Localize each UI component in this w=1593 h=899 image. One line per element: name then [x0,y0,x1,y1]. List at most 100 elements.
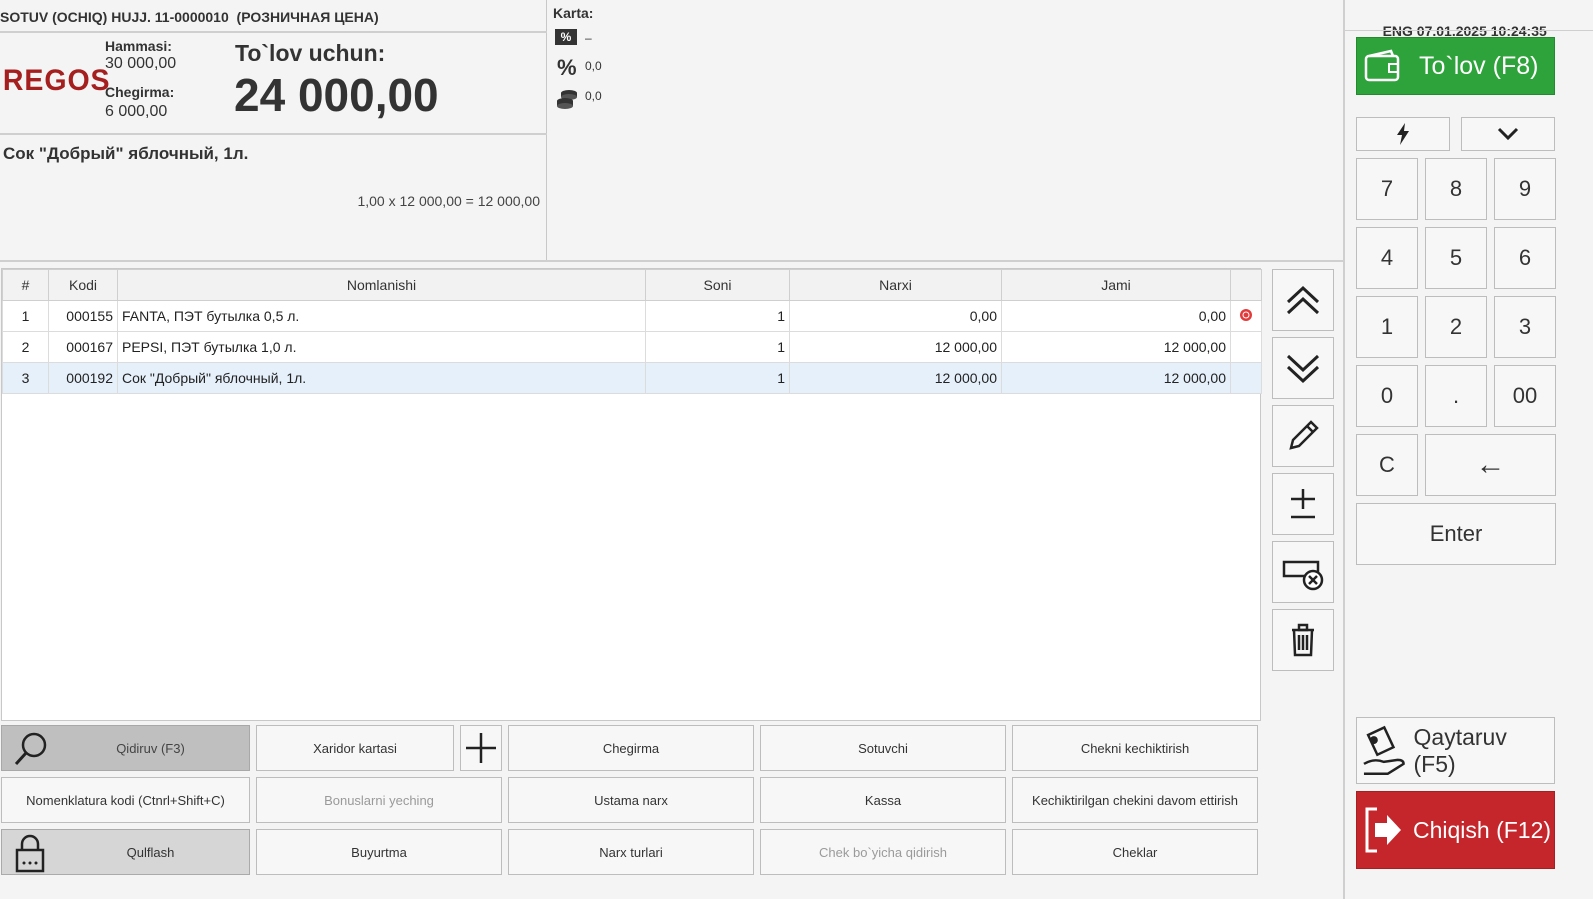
search-button[interactable]: Qidiruv (F3) [1,725,250,771]
column-header-price[interactable]: Narxi [789,269,1002,301]
key-1[interactable]: 1 [1356,296,1418,358]
add-customer-button[interactable] [460,725,502,771]
items-table-container: # Kodi Nomlanishi Soni Narxi Jami 1 0001… [1,268,1262,721]
row-code: 000155 [48,300,118,332]
key-3[interactable]: 3 [1494,296,1556,358]
document-header: SOTUV (OCHIQ) HUJJ. 11-0000010 (РОЗНИЧНА… [0,0,547,260]
nomenclature-code-button[interactable]: Nomenklatura kodi (Ctnrl+Shift+C) [1,777,250,823]
cashbox-label: Kassa [864,792,902,808]
column-header-code[interactable]: Kodi [48,269,118,301]
table-row[interactable]: 2 000167 PEPSI, ПЭТ бутылка 1,0 л. 1 12 … [2,331,1262,363]
key-8[interactable]: 8 [1425,158,1487,220]
row-name: FANTA, ПЭТ бутылка 0,5 л. [117,300,646,332]
key-enter[interactable]: Enter [1356,503,1556,565]
key-decimal[interactable]: . [1425,365,1487,427]
discount-label: Chegirma: [105,84,175,100]
key-clear[interactable]: C [1356,434,1418,496]
row-flag-cell [1230,331,1262,363]
exit-button[interactable]: Chiqish (F12) [1356,791,1555,869]
search-icon [14,732,47,766]
pay-button-label: To`lov (F8) [1419,51,1539,80]
key-6[interactable]: 6 [1494,227,1556,289]
promo-badge-icon [1240,308,1252,321]
search-button-label: Qidiruv (F3) [116,740,185,756]
plus-icon [466,733,496,763]
row-flag-cell [1230,362,1262,394]
lock-icon [15,834,45,873]
scroll-up-button[interactable] [1272,269,1334,331]
row-name: Сок "Добрый" яблочный, 1л. [117,362,646,394]
master-price-label: Ustama narx [594,792,668,808]
regos-logo: REGOS [3,64,111,98]
check-search-button[interactable]: Chek bo`yicha qidirish [760,829,1006,875]
card-coins-value: 0,0 [585,89,602,103]
table-row[interactable]: 1 000155 FANTA, ПЭТ бутылка 0,5 л. 1 0,0… [2,300,1262,332]
card-label: Karta: [553,5,594,21]
bonus-button[interactable]: Bonuslarni yeching [256,777,502,823]
total-value: 30 000,00 [105,55,177,72]
current-item-calc: 1,00 x 12 000,00 = 12 000,00 [357,193,540,209]
scroll-down-button[interactable] [1272,337,1334,399]
return-button[interactable]: Qaytaruv (F5) [1356,717,1555,784]
continue-delayed-check-button[interactable]: Kechiktirilgan chekini davom ettirish [1012,777,1258,823]
card-percent-badge-icon: % [555,29,577,45]
column-header-total[interactable]: Jami [1001,269,1231,301]
row-total: 0,00 [1001,300,1231,332]
wallet-icon [1364,49,1400,82]
row-number: 3 [2,362,49,394]
delay-check-button[interactable]: Chekni kechiktirish [1012,725,1258,771]
nomenclature-code-label: Nomenklatura kodi (Ctnrl+Shift+C) [26,792,225,808]
key-double-zero[interactable]: 00 [1494,365,1556,427]
seller-button[interactable]: Sotuvchi [760,725,1006,771]
checks-button[interactable]: Cheklar [1012,829,1258,875]
discount-value: 6 000,00 [105,103,168,120]
column-header-qty[interactable]: Soni [645,269,790,301]
discount-button[interactable]: Chegirma [508,725,754,771]
table-row-selected[interactable]: 3 000192 Сок "Добрый" яблочный, 1л. 1 12… [2,362,1262,394]
edit-button[interactable] [1272,405,1334,467]
pay-button[interactable]: To`lov (F8) [1356,37,1555,95]
expand-button[interactable] [1461,117,1555,151]
cashbox-button[interactable]: Kassa [760,777,1006,823]
lock-button-label: Qulflash [126,844,175,860]
current-item-name: Сок "Добрый" яблочный, 1л. [3,144,249,163]
price-types-label: Narx turlari [599,844,663,860]
trash-icon [1292,623,1314,657]
row-code: 000192 [48,362,118,394]
master-price-button[interactable]: Ustama narx [508,777,754,823]
key-backspace[interactable]: ← [1425,434,1556,496]
row-number: 2 [2,331,49,363]
customer-card-button[interactable]: Xaridor kartasi [256,725,454,771]
key-9[interactable]: 9 [1494,158,1556,220]
key-5[interactable]: 5 [1425,227,1487,289]
table-header-row: # Kodi Nomlanishi Soni Narxi Jami [2,269,1262,301]
items-table: # Kodi Nomlanishi Soni Narxi Jami 1 0001… [2,269,1262,394]
row-qty: 1 [645,362,790,394]
card-number-value: – [585,31,592,45]
total-label: Hammasi: [105,38,172,54]
key-2[interactable]: 2 [1425,296,1487,358]
bonus-button-label: Bonuslarni yeching [324,792,434,808]
order-button[interactable]: Buyurtma [256,829,502,875]
pencil-icon [1289,420,1319,450]
key-4[interactable]: 4 [1356,227,1418,289]
lightning-icon [1397,123,1409,145]
pay-amount: 24 000,00 [234,69,439,121]
column-header-number[interactable]: # [2,269,49,301]
quick-action-button[interactable] [1356,117,1450,151]
column-header-name[interactable]: Nomlanishi [117,269,646,301]
lock-button[interactable]: Qulflash [1,829,250,875]
key-0[interactable]: 0 [1356,365,1418,427]
row-qty: 1 [645,300,790,332]
card-percent-value: 0,0 [585,59,602,73]
key-7[interactable]: 7 [1356,158,1418,220]
percent-icon: % [557,55,577,80]
continue-delayed-label: Kechiktirilgan chekini davom ettirish [1032,792,1238,808]
plus-minus-button[interactable] [1272,473,1334,535]
row-price: 12 000,00 [789,331,1002,363]
remove-row-button[interactable] [1272,541,1334,603]
customer-card-label: Xaridor kartasi [313,740,397,756]
price-types-button[interactable]: Narx turlari [508,829,754,875]
row-number: 1 [2,300,49,332]
delete-button[interactable] [1272,609,1334,671]
